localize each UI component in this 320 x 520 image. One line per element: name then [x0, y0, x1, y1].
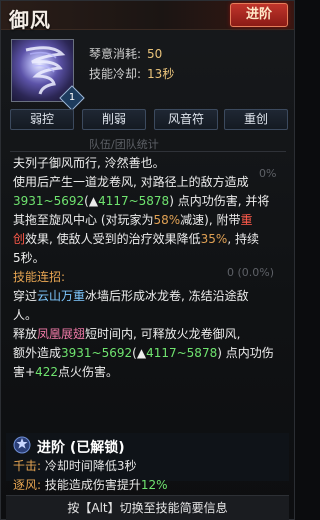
upgrade-item-zhufeng: 逐风: 技能造成伤害提升12% [13, 478, 168, 492]
upgrade-tab-button[interactable]: 进阶 [230, 3, 288, 27]
linked-skill-yunshan: 云山万重 [37, 289, 86, 303]
tag-weaken: 削弱 [82, 109, 146, 130]
combo-heading: 技能连招: [13, 270, 66, 284]
up-arrow-icon: ▲ [136, 346, 147, 360]
up-arrow-icon: ▲ [88, 194, 99, 208]
skill-level-badge: 1 [59, 85, 85, 111]
background-team-stats-text: 队伍/团队统计 [89, 138, 159, 151]
upgrade-gear-icon [13, 436, 31, 454]
skill-title: 御风 [9, 8, 51, 32]
stat-cooldown: 技能冷却: 13秒 [89, 67, 175, 81]
skill-tag-row: 弱控 削弱 风音符 重创 [10, 109, 288, 130]
tag-wind-note: 风音符 [154, 109, 218, 130]
stat-energy-cost: 琴意消耗: 50 [89, 47, 163, 61]
skill-description: 夫列子御风而行, 泠然善也。 使用后产生一道龙卷风, 对路径上的敌方造成 393… [13, 154, 285, 382]
upgrade-title: 进阶 (已解锁) [37, 440, 125, 456]
upgrade-item-qianji: 千击: 冷却时间降低3秒 [13, 459, 137, 473]
tooltip-header: 御风 进阶 [1, 1, 294, 32]
tag-weak-control: 弱控 [10, 109, 74, 130]
tag-heavy-wound: 重创 [224, 109, 288, 130]
footer-hint: 按【Alt】切换至技能简要信息 [6, 495, 289, 520]
skill-tooltip-panel: 御风 进阶 1 琴意消耗: 50 技能冷却: 13秒 弱控 削弱 风音符 重创 队伍… [0, 0, 295, 520]
linked-skill-fenghuang: 凤凰展翅 [37, 327, 86, 341]
divider-top [10, 151, 286, 152]
